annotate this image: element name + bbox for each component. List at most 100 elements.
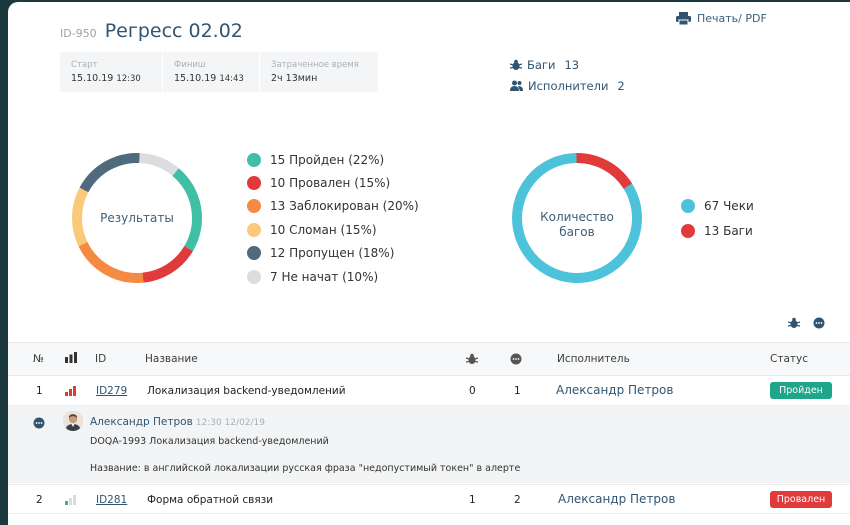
status-badge[interactable]: Пройден [770,382,832,399]
comment-panel: Александр Петров 12:30 12/02/19 DOQA-1993… [8,406,850,483]
results-donut-label: Результаты [100,211,174,225]
priority-column-icon [65,352,77,363]
bugs-donut-label: Количество багов [510,210,644,240]
status-badge[interactable]: Провален [770,491,832,508]
bug-icon [510,59,522,70]
assignees-label: Исполнители [528,78,609,93]
row-id-link[interactable]: ID281 [96,494,127,506]
row-bugs-count[interactable]: 1 [469,494,476,506]
legend-dot [247,176,261,191]
bugs-column-icon [466,353,478,364]
start-time-label: Старт [71,60,98,70]
printer-icon [676,12,691,25]
run-meta: Баги 13 Исполнители 2 [510,54,625,96]
page-title: Регресс 02.02 [104,20,243,42]
table-row[interactable]: 1 ID279 Локализация backend-уведомлений … [8,376,850,406]
legend-dot [247,199,261,214]
comments-column-icon [510,353,522,365]
row-name: Форма обратной связи [147,494,274,506]
comment-text-line1: DOQA-1993 Локализация backend-уведомлени… [90,436,329,447]
table-header: № ID Название Исполнитель Статус ⋮ [8,342,850,376]
legend-item-checks: 67 Чеки [681,193,754,218]
legend-item-failed: 10 Провален (15%) [247,171,419,194]
bugs-label: Баги [527,57,556,72]
row-comments-count[interactable]: 1 [514,385,521,397]
col-assignee: Исполнитель [557,353,630,365]
legend-dot [247,246,261,261]
finish-time: Финиш 15.10.19 14:43 [162,52,259,92]
row-name: Локализация backend-уведомлений [147,385,346,397]
run-id: ID-950 [60,27,97,40]
bugs-link[interactable]: Баги 13 [510,54,625,75]
legend-dot [247,269,261,284]
legend-label: 10 Провален (15%) [270,176,391,191]
avatar-image [63,411,83,431]
row-id-link[interactable]: ID279 [96,385,127,397]
legend-item-bugs: 13 Баги [681,218,754,243]
page-header: ID-950 Регресс 02.02 [60,20,243,42]
legend-dot [681,223,695,238]
legend-label: 13 Заблокирован (20%) [270,199,419,214]
bugs-slice-1 [576,153,633,190]
bug-filter-icon[interactable] [788,317,800,329]
legend-item-broken: 10 Сломан (15%) [247,218,419,241]
col-status: Статус [770,353,808,365]
assignees-link[interactable]: Исполнители 2 [510,75,625,96]
comment-author-name: Александр Петров [90,416,193,428]
comment-text-line2: Название: в английской локализации русск… [90,463,521,474]
print-pdf-button[interactable]: Печать/ PDF [676,12,767,25]
row-assignee-link[interactable]: Александр Петров [556,383,673,397]
comments-filter-icon[interactable] [813,317,825,329]
bugs-legend: 67 Чеки 13 Баги [681,193,754,243]
start-date: 15.10.19 [71,73,114,84]
results-legend: 15 Пройден (22%) 10 Провален (15%) 13 За… [247,148,419,288]
results-slice-2 [78,241,144,283]
elapsed-time-value: 2ч 13мин [271,73,318,84]
assignees-count: 2 [617,78,625,93]
start-time: Старт 15.10.19 12:30 [60,52,162,92]
bugs-count: 13 [564,57,580,72]
legend-label: 12 Пропущен (18%) [270,246,395,261]
finish-time-label: Финиш [174,60,206,70]
results-slice-1 [142,245,193,283]
start-clock: 12:30 [116,74,141,84]
legend-label: 15 Пройден (22%) [270,152,385,167]
run-times-panel: Старт 15.10.19 12:30 Финиш 15.10.19 14:4… [60,52,378,92]
avatar [63,411,83,431]
finish-date: 15.10.19 [174,73,217,84]
col-id: ID [95,353,107,365]
legend-item-not-started: 7 Не начат (10%) [247,265,419,288]
bugs-donut-label-line1: Количество [540,210,614,224]
legend-label: 13 Баги [704,223,753,238]
users-icon [510,80,523,91]
row-bugs-count: 0 [469,385,476,397]
table-row[interactable]: 2 ID281 Форма обратной связи 1 2 Алексан… [8,484,850,514]
print-pdf-label: Печать/ PDF [697,12,767,25]
table-toolbar [788,317,825,329]
legend-item-skipped: 12 Пропущен (18%) [247,242,419,265]
row-comments-count[interactable]: 2 [514,494,521,506]
col-name: Название [145,353,198,365]
legend-item-passed: 15 Пройден (22%) [247,148,419,171]
comment-author[interactable]: Александр Петров 12:30 12/02/19 [90,416,265,428]
legend-dot [247,222,261,237]
report-window: Печать/ PDF ID-950 Регресс 02.02 Старт 1… [8,2,850,525]
legend-label: 10 Сломан (15%) [270,222,377,237]
bugs-donut-label-line2: багов [559,225,595,239]
legend-label: 7 Не начат (10%) [270,269,379,284]
col-num: № [33,353,44,365]
priority-high-icon [65,386,76,396]
legend-dot [247,152,261,167]
elapsed-time-label: Затраченное время [271,60,359,70]
row-num: 2 [36,494,43,506]
legend-label: 67 Чеки [704,198,754,213]
column-resize-handle[interactable]: ⋮ [846,348,850,360]
comment-time: 12:30 12/02/19 [195,418,265,428]
legend-item-blocked: 13 Заблокирован (20%) [247,195,419,218]
finish-clock: 14:43 [219,74,244,84]
row-assignee-link[interactable]: Александр Петров [558,492,675,506]
priority-low-icon [65,495,76,505]
legend-dot [681,198,695,213]
results-slice-4 [79,153,140,193]
elapsed-time: Затраченное время 2ч 13мин [259,52,378,92]
